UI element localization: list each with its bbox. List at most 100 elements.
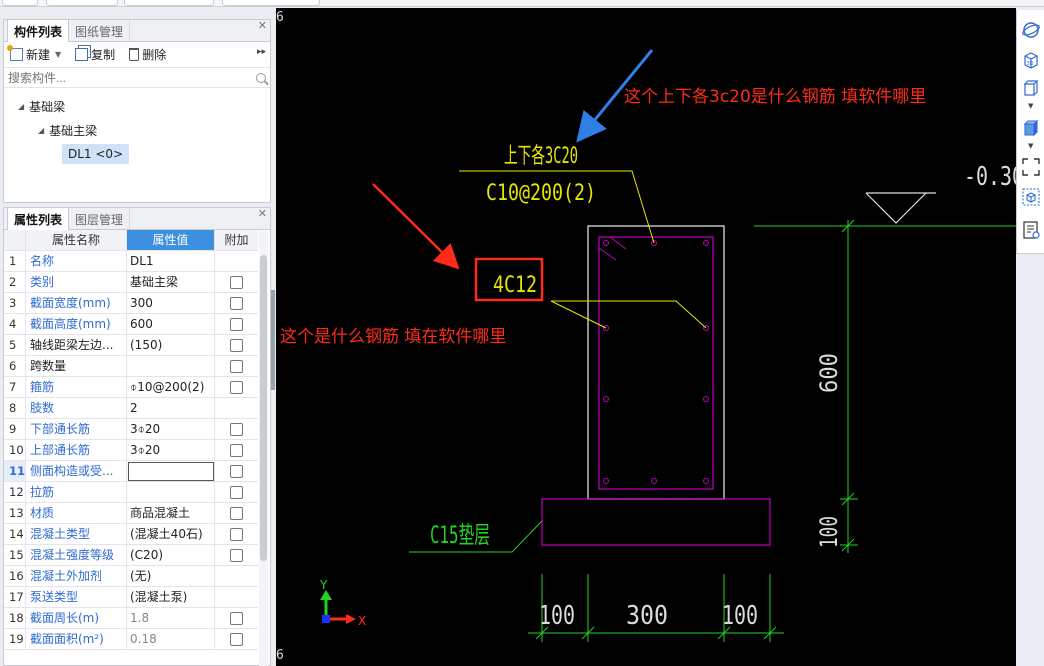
table-row[interactable]: 11 侧面构造或受... bbox=[4, 461, 258, 482]
tab-component-list[interactable]: 构件列表 bbox=[7, 20, 70, 42]
app-window: ✕ 构件列表 图纸管理 新建 ▼ 复制 删除 ▸▸ 搜索构件... ◢ 基础梁 … bbox=[0, 0, 1044, 666]
expand-triangle-icon[interactable]: ◢ bbox=[38, 126, 44, 135]
property-value[interactable] bbox=[127, 356, 215, 376]
table-row[interactable]: 16 混凝土外加剂 (无) bbox=[4, 566, 258, 587]
tree-node-main-beam[interactable]: ◢ 基础主梁 bbox=[4, 118, 270, 142]
scrollbar-thumb[interactable] bbox=[260, 255, 267, 561]
chevron-down-icon[interactable]: ▼ bbox=[55, 50, 61, 59]
table-row[interactable]: 1 名称 DL1 bbox=[4, 251, 258, 272]
panel-splitter[interactable] bbox=[271, 290, 275, 390]
row-index: 13 bbox=[4, 503, 26, 523]
extra-checkbox[interactable] bbox=[230, 422, 243, 436]
row-index: 2 bbox=[4, 272, 26, 292]
property-value[interactable]: 0.18 bbox=[127, 629, 215, 649]
extra-checkbox[interactable] bbox=[230, 611, 243, 625]
table-row[interactable]: 14 混凝土类型 (混凝土40石) bbox=[4, 524, 258, 545]
row-index: 4 bbox=[4, 314, 26, 334]
new-button[interactable]: 新建 ▼ bbox=[7, 45, 61, 63]
tree-node-label: 基础主梁 bbox=[49, 123, 98, 138]
property-value[interactable]: 2 bbox=[127, 398, 215, 418]
table-row[interactable]: 5 轴线距梁左边... (150) bbox=[4, 335, 258, 356]
property-value[interactable]: ⌽10@200(2) bbox=[127, 377, 215, 397]
extra-checkbox[interactable] bbox=[230, 548, 243, 562]
table-row[interactable]: 10 上部通长筋 3⌽20 bbox=[4, 440, 258, 461]
search-icon[interactable] bbox=[256, 72, 266, 83]
table-row[interactable]: 6 跨数量 bbox=[4, 356, 258, 377]
property-sheet-icon[interactable] bbox=[1021, 220, 1041, 240]
property-value[interactable]: (C20) bbox=[127, 545, 215, 565]
property-value[interactable]: (无) bbox=[127, 566, 215, 586]
extra-checkbox[interactable] bbox=[230, 506, 243, 520]
table-row[interactable]: 19 截面面积(m²) 0.18 bbox=[4, 629, 258, 650]
property-value[interactable] bbox=[127, 461, 215, 481]
table-row[interactable]: 2 类别 基础主梁 bbox=[4, 272, 258, 293]
cube-view-icon[interactable] bbox=[1021, 78, 1041, 98]
table-row[interactable]: 13 材质 商品混凝土 bbox=[4, 503, 258, 524]
property-value[interactable]: 商品混凝土 bbox=[127, 503, 215, 523]
delete-button[interactable]: 删除 bbox=[129, 46, 166, 63]
tab-layer-management[interactable]: 图层管理 bbox=[69, 208, 131, 229]
property-value[interactable]: (混凝土40石) bbox=[127, 524, 215, 544]
property-value-editor[interactable] bbox=[128, 462, 214, 481]
top-tab-stub[interactable] bbox=[124, 0, 214, 6]
tab-property-list[interactable]: 属性列表 bbox=[7, 208, 70, 230]
copy-icon bbox=[75, 48, 89, 61]
property-value[interactable]: (150) bbox=[127, 335, 215, 355]
extra-checkbox[interactable] bbox=[230, 443, 243, 457]
more-icon[interactable]: ▸▸ bbox=[257, 47, 266, 57]
top-tab-stub[interactable] bbox=[222, 0, 320, 6]
extra-checkbox[interactable] bbox=[230, 359, 243, 373]
extra-checkbox[interactable] bbox=[230, 485, 243, 499]
solid-cube-icon[interactable] bbox=[1021, 118, 1041, 138]
layer-icon[interactable] bbox=[1021, 187, 1041, 207]
top-tab-stub[interactable] bbox=[46, 0, 118, 6]
chevron-down-icon[interactable]: ▼ bbox=[1028, 102, 1033, 110]
extra-checkbox[interactable] bbox=[230, 632, 243, 646]
extra-checkbox[interactable] bbox=[230, 275, 243, 289]
table-row[interactable]: 17 泵送类型 (混凝土泵) bbox=[4, 587, 258, 608]
property-value[interactable] bbox=[127, 482, 215, 502]
property-value[interactable]: 1.8 bbox=[127, 608, 215, 628]
property-value[interactable]: 基础主梁 bbox=[127, 272, 215, 292]
property-value[interactable]: 600 bbox=[127, 314, 215, 334]
extra-checkbox[interactable] bbox=[230, 464, 243, 478]
property-name: 肢数 bbox=[26, 398, 127, 418]
property-value[interactable]: 3⌽20 bbox=[127, 419, 215, 439]
fullscreen-icon[interactable] bbox=[1021, 157, 1041, 177]
table-row[interactable]: 7 箍筋 ⌽10@200(2) bbox=[4, 377, 258, 398]
component-panel-tabs: 构件列表 图纸管理 bbox=[4, 20, 270, 42]
table-row[interactable]: 12 拉筋 bbox=[4, 482, 258, 503]
tree-leaf-label: DL1 <0> bbox=[62, 144, 130, 164]
search-input[interactable] bbox=[8, 70, 256, 85]
close-icon[interactable]: ✕ bbox=[258, 19, 267, 32]
orbit-icon[interactable] bbox=[1021, 20, 1041, 40]
tab-drawing-management[interactable]: 图纸管理 bbox=[69, 20, 131, 41]
expand-triangle-icon[interactable]: ◢ bbox=[18, 102, 24, 111]
property-value[interactable]: (混凝土泵) bbox=[127, 587, 215, 607]
extra-checkbox[interactable] bbox=[230, 317, 243, 331]
row-index: 16 bbox=[4, 566, 26, 586]
table-row[interactable]: 15 混凝土强度等级 (C20) bbox=[4, 545, 258, 566]
tree-item-dl1[interactable]: DL1 <0> bbox=[4, 142, 270, 166]
table-row[interactable]: 9 下部通长筋 3⌽20 bbox=[4, 419, 258, 440]
extra-checkbox[interactable] bbox=[230, 338, 243, 352]
extra-checkbox[interactable] bbox=[230, 380, 243, 394]
copy-button[interactable]: 复制 bbox=[75, 46, 115, 63]
tree-node-foundation-beam[interactable]: ◢ 基础梁 bbox=[4, 94, 270, 118]
property-value[interactable]: DL1 bbox=[127, 251, 215, 271]
extra-checkbox[interactable] bbox=[230, 296, 243, 310]
table-row[interactable]: 8 肢数 2 bbox=[4, 398, 258, 419]
property-value[interactable]: 300 bbox=[127, 293, 215, 313]
close-icon[interactable]: ✕ bbox=[258, 207, 267, 220]
drawing-canvas[interactable]: 上下各3C20 C10@200(2) 4C12 C15垫层 -0.30 600 … bbox=[276, 8, 1016, 666]
extra-checkbox[interactable] bbox=[230, 527, 243, 541]
top-rebar-text: 上下各3C20 bbox=[504, 144, 578, 169]
table-row[interactable]: 4 截面高度(mm) 600 bbox=[4, 314, 258, 335]
chevron-down-icon[interactable]: ▼ bbox=[1028, 142, 1033, 150]
table-row[interactable]: 18 截面周长(m) 1.8 bbox=[4, 608, 258, 629]
view-3d-icon[interactable]: 3D bbox=[1021, 50, 1041, 70]
component-tree: ◢ 基础梁 ◢ 基础主梁 DL1 <0> bbox=[4, 88, 270, 166]
property-value[interactable]: 3⌽20 bbox=[127, 440, 215, 460]
top-tab-stub[interactable] bbox=[2, 0, 38, 6]
table-row[interactable]: 3 截面宽度(mm) 300 bbox=[4, 293, 258, 314]
